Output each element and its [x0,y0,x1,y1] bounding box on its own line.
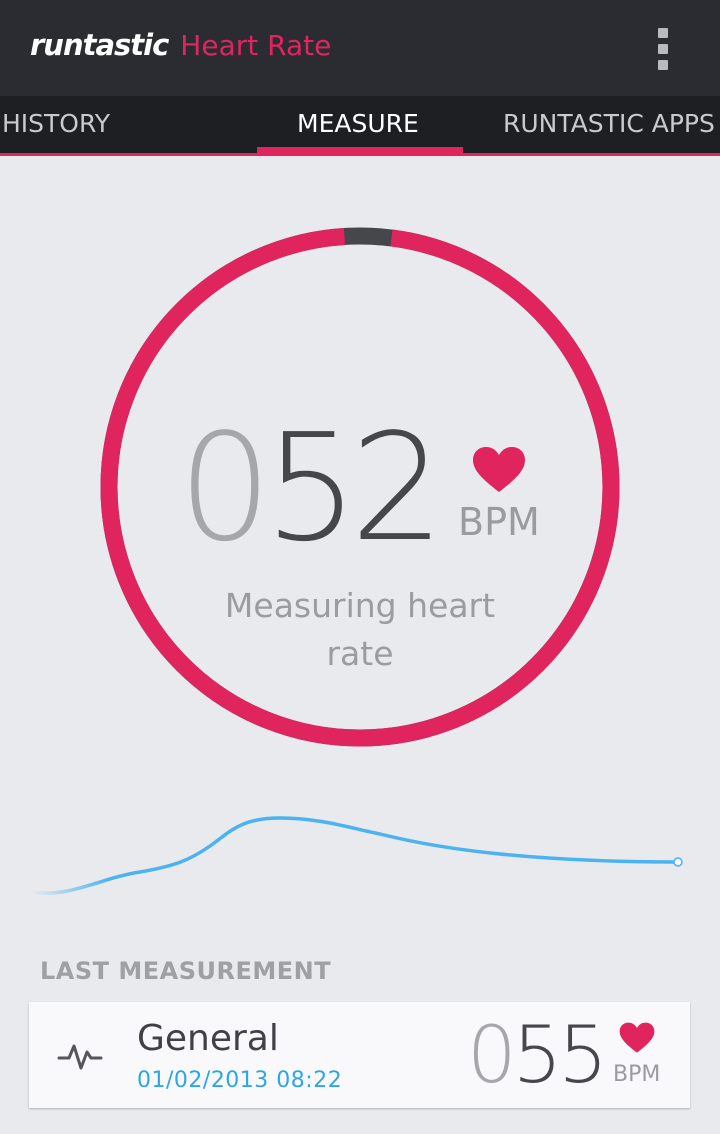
app-logo: runtastic Heart Rate [30,28,331,68]
pulse-waveform-cursor [673,857,683,867]
last-value-digits: 55 [512,1011,608,1101]
measurement-datetime: 01/02/2013 08:22 [137,1068,343,1093]
heart-icon [619,1022,655,1053]
active-tab-indicator [257,147,463,155]
bpm-unit-label: BPM [458,500,540,544]
last-measurement-unit: BPM [613,1062,661,1087]
last-measurement-heading: LAST MEASUREMENT [40,957,332,985]
product-name: Heart Rate [180,29,332,62]
tab-runtastic-apps[interactable]: RUNTASTIC APPS [503,96,715,153]
tab-history[interactable]: HISTORY [2,96,110,153]
last-value-leading-zero: 0 [467,1011,517,1101]
measuring-status: Measuring heart rate [224,586,496,673]
heart-rate-digits: 52 [264,402,444,574]
pulse-icon [57,1044,103,1070]
pulse-waveform-line [30,816,680,895]
last-measurement-value: 055 [467,1010,608,1102]
last-measurement-card[interactable]: General 01/02/2013 08:22 055 BPM [29,1002,690,1108]
overflow-menu-icon[interactable] [652,26,676,72]
heart-icon [473,447,525,492]
tab-measure[interactable]: MEASURE [297,96,419,153]
brand-wordmark: runtastic [30,28,169,62]
app-bar: runtastic Heart Rate [0,0,720,96]
heart-rate-value: 052 [178,408,445,568]
heart-rate-leading-zero: 0 [178,402,272,574]
measurement-type: General [137,1018,279,1059]
pulse-waveform [30,816,683,895]
